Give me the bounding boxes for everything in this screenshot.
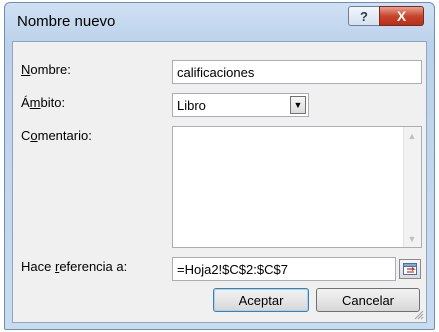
close-button[interactable]: X [379,6,424,26]
close-icon: X [396,8,407,24]
dialog-title: Nombre nuevo [17,13,116,30]
ok-button-label: Aceptar [238,292,284,308]
scope-select[interactable]: Libro ▼ [172,93,309,117]
comment-label: Comentario: [21,128,92,143]
range-select-button[interactable] [399,259,421,279]
arrow-down-icon[interactable]: ▼ [404,230,420,247]
cancel-button-label: Cancelar [341,292,395,308]
name-label: Nombre: [21,62,71,77]
help-icon: ? [360,8,368,24]
resize-grip-icon[interactable] [414,310,424,320]
scope-label: Ámbito: [21,95,66,110]
name-input[interactable]: calificaciones [172,60,422,84]
dialog-body: Nombre: calificaciones Ámbito: Libro ▼ C… [12,41,427,323]
refers-to-input[interactable]: =Hoja2!$C$2:$C$7 [172,257,396,281]
title-bar[interactable]: Nombre nuevo ? X [5,3,434,41]
scope-select-value: Libro [177,97,206,113]
range-select-icon [403,263,417,275]
cancel-button[interactable]: Cancelar [316,288,420,312]
new-name-dialog: Nombre nuevo ? X Nombre: calificaciones … [4,2,435,330]
arrow-up-icon[interactable]: ▲ [404,127,420,144]
comment-scrollbar[interactable]: ▲ ▼ [403,127,421,247]
refers-to-label: Hace referencia a: [21,259,128,274]
help-button[interactable]: ? [348,6,380,26]
comment-textarea[interactable]: ▲ ▼ [172,126,422,248]
name-input-value: calificaciones [177,64,255,80]
ok-button[interactable]: Aceptar [213,288,309,312]
chevron-down-icon[interactable]: ▼ [290,96,306,114]
refers-to-value: =Hoja2!$C$2:$C$7 [177,261,288,277]
